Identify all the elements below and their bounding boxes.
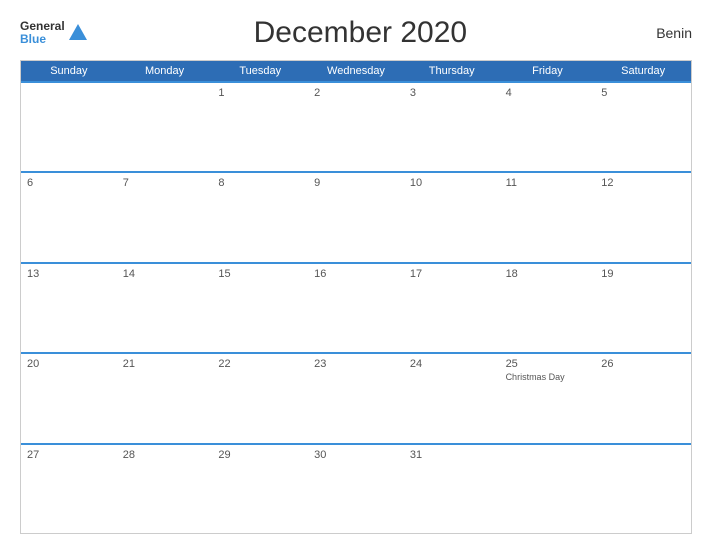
calendar-cell: 25 Christmas Day [500, 354, 596, 442]
day-number: 30 [314, 449, 398, 461]
calendar-cell: 11 [500, 173, 596, 261]
calendar-cell [21, 83, 117, 171]
logo-icon [67, 22, 89, 44]
day-number: 1 [218, 87, 302, 99]
logo-blue-text: Blue [20, 33, 65, 46]
calendar-cell: 24 [404, 354, 500, 442]
day-number: 17 [410, 268, 494, 280]
day-number: 20 [27, 358, 111, 370]
day-number: 10 [410, 177, 494, 189]
header: General Blue December 2020 Benin [20, 16, 692, 50]
calendar-week: 27 28 29 30 31 [21, 443, 691, 533]
calendar-cell: 9 [308, 173, 404, 261]
calendar-header: SundayMondayTuesdayWednesdayThursdayFrid… [21, 61, 691, 81]
logo: General Blue [20, 20, 89, 46]
calendar-cell: 14 [117, 264, 213, 352]
calendar-cell: 12 [595, 173, 691, 261]
calendar-cell: 7 [117, 173, 213, 261]
day-number: 9 [314, 177, 398, 189]
day-number: 7 [123, 177, 207, 189]
day-number: 25 [506, 358, 590, 370]
day-number: 23 [314, 358, 398, 370]
day-number: 27 [27, 449, 111, 461]
calendar-week: 12345 [21, 81, 691, 171]
page-title: December 2020 [89, 16, 632, 50]
calendar-week: 13 14 15 16 17 18 19 [21, 262, 691, 352]
calendar-cell: 31 [404, 445, 500, 533]
calendar-cell: 17 [404, 264, 500, 352]
day-of-week-label: Wednesday [308, 61, 404, 81]
calendar-cell: 19 [595, 264, 691, 352]
day-of-week-label: Monday [117, 61, 213, 81]
day-number: 26 [601, 358, 685, 370]
day-number: 29 [218, 449, 302, 461]
calendar-week: 6789 10 11 12 [21, 171, 691, 261]
day-number: 8 [218, 177, 302, 189]
calendar-cell: 22 [212, 354, 308, 442]
calendar-cell: 6 [21, 173, 117, 261]
holiday-label: Christmas Day [506, 372, 590, 382]
calendar-cell: 13 [21, 264, 117, 352]
day-number: 13 [27, 268, 111, 280]
calendar-cell [500, 445, 596, 533]
day-number: 15 [218, 268, 302, 280]
calendar-cell: 10 [404, 173, 500, 261]
calendar: SundayMondayTuesdayWednesdayThursdayFrid… [20, 60, 692, 534]
day-of-week-label: Tuesday [212, 61, 308, 81]
day-number: 5 [601, 87, 685, 99]
day-number: 31 [410, 449, 494, 461]
day-number: 28 [123, 449, 207, 461]
calendar-cell: 5 [595, 83, 691, 171]
calendar-cell: 8 [212, 173, 308, 261]
country-label: Benin [632, 25, 692, 41]
calendar-cell: 28 [117, 445, 213, 533]
calendar-cell: 15 [212, 264, 308, 352]
day-number: 19 [601, 268, 685, 280]
day-number: 14 [123, 268, 207, 280]
calendar-cell [595, 445, 691, 533]
day-number: 24 [410, 358, 494, 370]
calendar-cell: 29 [212, 445, 308, 533]
calendar-cell: 16 [308, 264, 404, 352]
day-of-week-label: Sunday [21, 61, 117, 81]
calendar-cell: 18 [500, 264, 596, 352]
calendar-cell: 23 [308, 354, 404, 442]
day-number: 12 [601, 177, 685, 189]
day-number: 3 [410, 87, 494, 99]
day-number: 18 [506, 268, 590, 280]
calendar-cell: 30 [308, 445, 404, 533]
day-number: 6 [27, 177, 111, 189]
calendar-cell: 20 [21, 354, 117, 442]
calendar-cell: 1 [212, 83, 308, 171]
calendar-cell [117, 83, 213, 171]
day-number: 16 [314, 268, 398, 280]
calendar-cell: 2 [308, 83, 404, 171]
calendar-cell: 26 [595, 354, 691, 442]
day-number: 2 [314, 87, 398, 99]
page: General Blue December 2020 Benin SundayM… [0, 0, 712, 550]
day-number: 4 [506, 87, 590, 99]
day-of-week-label: Thursday [404, 61, 500, 81]
calendar-cell: 4 [500, 83, 596, 171]
day-of-week-label: Friday [500, 61, 596, 81]
day-of-week-label: Saturday [595, 61, 691, 81]
calendar-cell: 27 [21, 445, 117, 533]
calendar-body: 1234567891011121314151617181920212223242… [21, 81, 691, 533]
calendar-cell: 3 [404, 83, 500, 171]
calendar-cell: 21 [117, 354, 213, 442]
day-number: 11 [506, 177, 590, 189]
day-number: 21 [123, 358, 207, 370]
calendar-week: 20 21 22 23 24 25 Christmas Day 26 [21, 352, 691, 442]
day-number: 22 [218, 358, 302, 370]
